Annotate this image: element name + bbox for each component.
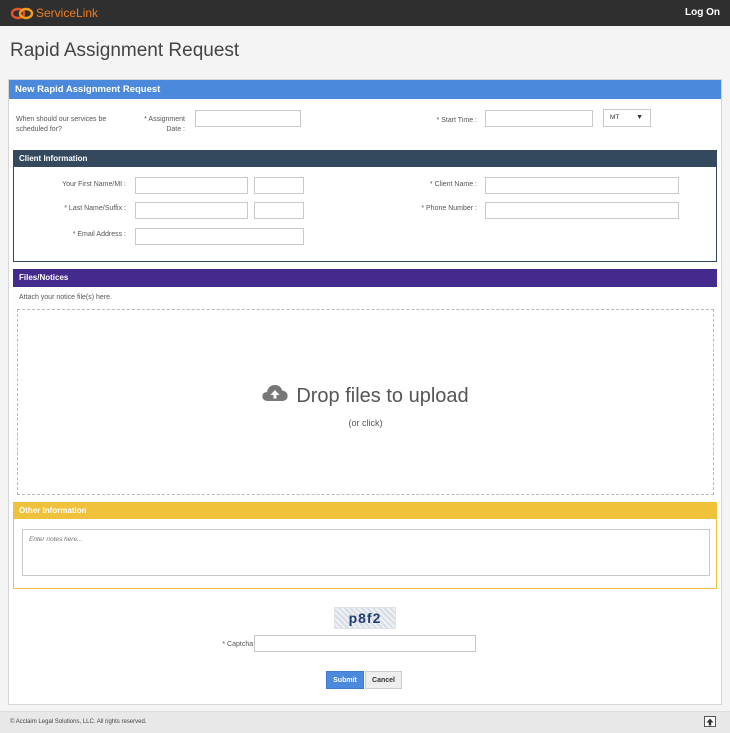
schedule-question: When should our services be scheduled fo… xyxy=(16,116,107,133)
other-section-header: Other Information xyxy=(13,502,717,519)
phone-number-input[interactable] xyxy=(485,202,679,219)
client-section-header: Client Information xyxy=(13,150,717,167)
captcha-image: p8f2 xyxy=(334,607,396,629)
assignment-date-input[interactable] xyxy=(195,110,301,127)
cloud-upload-icon xyxy=(262,384,288,408)
client-name-input[interactable] xyxy=(485,177,679,194)
copyright-text: © Acclaim Legal Solutions, LLC. All righ… xyxy=(10,719,147,725)
drop-or-click-text: (or click) xyxy=(348,418,383,428)
client-name-label: * Client Name : xyxy=(429,181,477,188)
servicelink-logo[interactable]: ServiceLink xyxy=(10,5,98,21)
top-navbar: ServiceLink Log On xyxy=(0,0,730,26)
log-on-link[interactable]: Log On xyxy=(685,7,720,18)
captcha-label: * Captcha : xyxy=(222,641,257,648)
last-name-label: * Last Name/Suffix : xyxy=(64,205,126,212)
servicelink-logo-icon xyxy=(10,7,34,20)
request-form-panel: New Rapid Assignment Request When should… xyxy=(8,79,722,705)
first-name-input[interactable] xyxy=(135,177,248,194)
drop-files-text: Drop files to upload xyxy=(296,384,469,407)
main-section-header: New Rapid Assignment Request xyxy=(9,80,721,99)
other-section-body xyxy=(13,519,717,589)
start-time-label: * Start Time : xyxy=(436,117,477,124)
captcha-input[interactable] xyxy=(254,635,476,652)
caret-down-icon: ▼ xyxy=(636,114,643,121)
arrow-up-icon xyxy=(706,718,714,725)
assignment-date-label: * Assignment Date : xyxy=(144,116,185,133)
page-footer: © Acclaim Legal Solutions, LLC. All righ… xyxy=(0,711,730,733)
file-dropzone[interactable]: Drop files to upload (or click) xyxy=(17,309,714,495)
brand-name: ServiceLink xyxy=(36,6,99,20)
timezone-select[interactable]: MT ▼ xyxy=(603,109,651,127)
first-name-label: Your First Name/MI : xyxy=(62,181,126,188)
notes-textarea[interactable] xyxy=(22,529,710,576)
page-title: Rapid Assignment Request xyxy=(10,40,240,61)
timezone-selected-value: MT xyxy=(610,114,620,121)
last-name-input[interactable] xyxy=(135,202,248,219)
suffix-input[interactable] xyxy=(254,202,304,219)
phone-number-label: * Phone Number : xyxy=(421,205,477,212)
email-input[interactable] xyxy=(135,228,304,245)
email-label: * Email Address : xyxy=(72,231,126,238)
attach-instructions: Attach your notice file(s) here. xyxy=(19,294,112,301)
middle-initial-input[interactable] xyxy=(254,177,304,194)
scroll-to-top-button[interactable] xyxy=(704,716,716,727)
files-section-header: Files/Notices xyxy=(13,269,717,287)
submit-button[interactable]: Submit xyxy=(326,671,364,689)
start-time-input[interactable] xyxy=(485,110,593,127)
captcha-image-text: p8f2 xyxy=(348,610,382,626)
cancel-button[interactable]: Cancel xyxy=(365,671,402,689)
dropzone-main: Drop files to upload xyxy=(18,384,713,408)
